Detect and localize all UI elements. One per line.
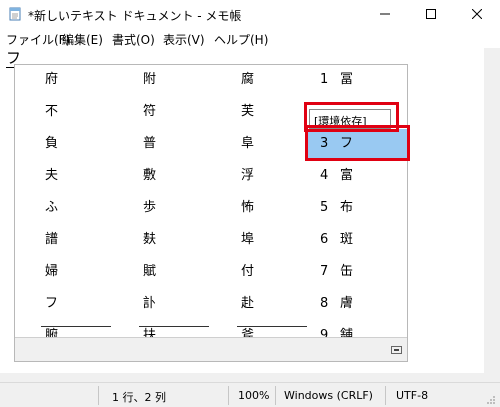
close-icon xyxy=(472,9,482,19)
candidate[interactable]: 夫 xyxy=(45,168,58,184)
candidate[interactable]: 阜 xyxy=(241,136,254,152)
candidate-number: 8 xyxy=(320,296,329,311)
numbered-candidate[interactable]: 斑 xyxy=(340,232,353,248)
candidate[interactable]: 普 xyxy=(143,136,156,152)
candidate-number: 1 xyxy=(320,72,329,87)
status-separator xyxy=(228,386,229,405)
zoom-level: 100% xyxy=(238,389,270,402)
tooltip-highlight-box xyxy=(304,102,399,132)
title-bar: *新しいテキスト ドキュメント - メモ帳 xyxy=(0,0,500,28)
candidate-number: 3 xyxy=(320,136,329,151)
line-ending: Windows (CRLF) xyxy=(284,389,373,402)
candidate[interactable]: ふ xyxy=(45,200,58,216)
menu-format[interactable]: 書式(O) xyxy=(112,31,155,48)
numbered-candidate[interactable]: 缶 xyxy=(340,264,353,280)
candidate[interactable]: 符 xyxy=(143,104,156,120)
candidate[interactable]: 芙 xyxy=(241,104,254,120)
maximize-button[interactable] xyxy=(408,0,454,28)
candidate[interactable]: 婦 xyxy=(45,264,58,280)
candidate-number: 5 xyxy=(320,200,329,215)
encoding: UTF-8 xyxy=(396,389,429,402)
candidate[interactable]: 賦 xyxy=(143,264,156,280)
window-title: *新しいテキスト ドキュメント - メモ帳 xyxy=(28,9,242,23)
numbered-candidate[interactable]: 膚 xyxy=(340,296,353,312)
resize-grip-icon[interactable] xyxy=(486,395,496,405)
candidate-number: 6 xyxy=(320,232,329,247)
horizontal-scrollbar[interactable] xyxy=(0,373,484,382)
candidate[interactable]: 不 xyxy=(45,104,58,120)
candidate-footer xyxy=(15,337,407,361)
menu-file[interactable]: ファイル(F) xyxy=(6,31,70,48)
candidate[interactable]: 腐 xyxy=(241,72,254,88)
menu-edit[interactable]: 編集(E) xyxy=(62,31,103,48)
candidate[interactable]: 付 xyxy=(241,264,254,280)
numbered-candidate[interactable]: 冨 xyxy=(340,72,353,88)
candidate[interactable]: 赴 xyxy=(241,296,254,312)
candidate[interactable]: 附 xyxy=(143,72,156,88)
minimize-icon xyxy=(380,13,390,15)
candidate[interactable]: 譜 xyxy=(45,232,58,248)
candidate[interactable]: 負 xyxy=(45,136,58,152)
column-underline xyxy=(237,326,307,327)
maximize-icon xyxy=(426,9,436,19)
scrollbar-corner xyxy=(484,373,500,382)
notepad-icon xyxy=(9,7,21,21)
vertical-scrollbar[interactable] xyxy=(484,48,500,373)
status-separator xyxy=(385,386,386,405)
candidate-number: 4 xyxy=(320,168,329,183)
ime-candidate-window: 府 不 負 夫 ふ 譜 婦 フ 腑 附 符 普 敷 歩 麸 賦 訃 扶 腐 芙 … xyxy=(14,64,410,362)
menu-view[interactable]: 表示(V) xyxy=(163,31,205,48)
candidate[interactable]: 府 xyxy=(45,72,58,88)
status-separator xyxy=(98,386,99,405)
candidate[interactable]: 敷 xyxy=(143,168,156,184)
column-underline xyxy=(41,326,111,327)
column-underline xyxy=(139,326,209,327)
close-button[interactable] xyxy=(454,0,500,28)
expand-candidates-icon[interactable] xyxy=(391,346,402,354)
status-bar: 1 行、2 列 100% Windows (CRLF) UTF-8 xyxy=(0,382,500,407)
menu-help[interactable]: ヘルプ(H) xyxy=(214,31,268,48)
minimize-button[interactable] xyxy=(362,0,408,28)
menu-bar: ファイル(F) 編集(E) 書式(O) 表示(V) ヘルプ(H) xyxy=(0,28,500,48)
numbered-candidate-selected[interactable]: フ xyxy=(340,136,353,152)
candidate-number: 7 xyxy=(320,264,329,279)
candidate[interactable]: フ xyxy=(45,296,58,312)
candidate[interactable]: 訃 xyxy=(143,296,156,312)
candidate[interactable]: 浮 xyxy=(241,168,254,184)
numbered-candidate[interactable]: 布 xyxy=(340,200,353,216)
candidate[interactable]: 麸 xyxy=(143,232,156,248)
candidate[interactable]: 埠 xyxy=(241,232,254,248)
numbered-candidate[interactable]: 富 xyxy=(340,168,353,184)
status-separator xyxy=(275,386,276,405)
candidate[interactable]: 歩 xyxy=(143,200,156,216)
cursor-position: 1 行、2 列 xyxy=(112,391,166,404)
candidate[interactable]: 怖 xyxy=(241,200,254,216)
